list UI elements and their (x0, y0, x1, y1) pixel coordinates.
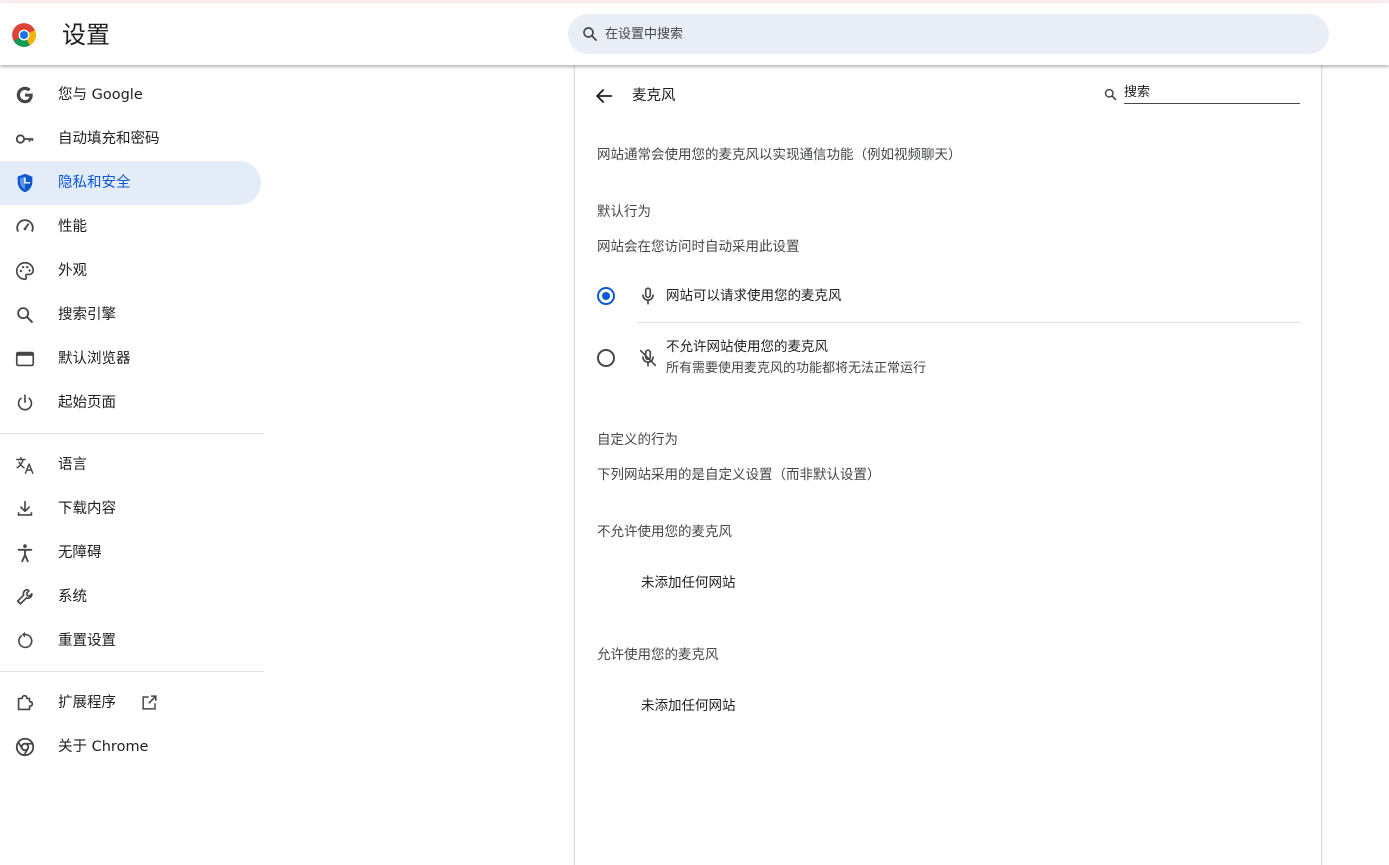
speedometer-icon (16, 219, 34, 233)
sidebar-item-label: 系统 (58, 589, 87, 605)
shield-icon (17, 173, 33, 193)
settings-search-bar[interactable] (568, 14, 1329, 54)
sidebar-item-label: 您与 Google (58, 87, 143, 103)
sidebar-item-performance[interactable]: 性能 (0, 205, 261, 249)
header: 设置 (0, 3, 1389, 65)
accessibility-icon (17, 544, 33, 563)
translate-icon (16, 456, 34, 474)
sidebar-divider (0, 433, 264, 434)
chrome-logo-icon (12, 23, 36, 47)
allowed-sites-heading: 允许使用您的麦克风 (597, 647, 719, 663)
sidebar-divider (0, 671, 264, 672)
option-label: 网站可以请求使用您的麦克风 (666, 288, 842, 304)
sidebar-item-on-startup[interactable]: 起始页面 (0, 381, 261, 425)
sidebar-item-label: 起始页面 (58, 395, 116, 411)
sidebar-item-languages[interactable]: 语言 (0, 443, 261, 487)
search-icon (583, 27, 597, 41)
browser-window-icon (15, 351, 35, 367)
sidebar-item-label: 性能 (58, 219, 87, 235)
default-behavior-subtitle: 网站会在您访问时自动采用此设置 (597, 239, 800, 255)
sidebar-item-label: 隐私和安全 (58, 175, 131, 191)
download-icon (17, 500, 33, 516)
sidebar-item-label: 重置设置 (58, 633, 116, 649)
sidebar-item-label: 默认浏览器 (58, 351, 131, 367)
wrench-icon (16, 588, 33, 605)
sidebar-item-accessibility[interactable]: 无障碍 (0, 531, 261, 575)
power-icon (17, 394, 33, 411)
sidebar-item-label: 无障碍 (58, 545, 102, 561)
puzzle-icon (17, 694, 34, 711)
blocked-sites-empty: 未添加任何网站 (641, 575, 736, 591)
microphone-off-icon (639, 349, 657, 367)
microphone-icon (642, 287, 654, 305)
sidebar-item-label: 扩展程序 (58, 695, 116, 711)
custom-behavior-subtitle: 下列网站采用的是自定义设置（而非默认设置） (597, 467, 881, 483)
back-arrow-icon[interactable] (593, 85, 615, 107)
page-title: 设置 (62, 21, 110, 49)
sidebar-item-extensions[interactable]: 扩展程序 (0, 681, 261, 725)
sidebar-item-label: 自动填充和密码 (58, 131, 160, 147)
google-g-icon (16, 86, 33, 104)
reset-icon (18, 631, 33, 649)
option-block[interactable]: 不允许网站使用您的麦克风 所有需要使用麦克风的功能都将无法正常运行 (597, 335, 1301, 381)
sidebar-item-you-and-google[interactable]: 您与 Google (0, 73, 261, 117)
option-sublabel: 所有需要使用麦克风的功能都将无法正常运行 (666, 361, 927, 376)
open-in-new-icon (142, 695, 157, 710)
default-behavior-heading: 默认行为 (597, 204, 651, 220)
key-icon (15, 134, 34, 144)
blocked-sites-heading: 不允许使用您的麦克风 (597, 524, 732, 540)
sidebar: 您与 Google 自动填充和密码 隐私和安全 性能 外观 搜索引擎 默认浏览器… (0, 73, 264, 769)
sidebar-item-search-engine[interactable]: 搜索引擎 (0, 293, 261, 337)
chrome-icon (15, 737, 35, 757)
custom-behavior-heading: 自定义的行为 (597, 432, 678, 448)
sidebar-item-label: 下载内容 (58, 501, 116, 517)
panel-description: 网站通常会使用您的麦克风以实现通信功能（例如视频聊天） (597, 147, 962, 163)
sidebar-item-default-browser[interactable]: 默认浏览器 (0, 337, 261, 381)
palette-icon (15, 261, 35, 281)
sidebar-item-label: 关于 Chrome (58, 739, 149, 755)
site-search[interactable] (1103, 81, 1301, 105)
settings-search-input[interactable] (605, 14, 1305, 54)
sidebar-item-autofill[interactable]: 自动填充和密码 (0, 117, 261, 161)
sidebar-item-reset-settings[interactable]: 重置设置 (0, 619, 261, 663)
option-allow-request[interactable]: 网站可以请求使用您的麦克风 (597, 283, 1301, 309)
panel-title: 麦克风 (632, 88, 676, 104)
option-label: 不允许网站使用您的麦克风 (666, 339, 828, 355)
search-icon (1104, 88, 1117, 101)
sidebar-item-system[interactable]: 系统 (0, 575, 261, 619)
sidebar-item-privacy-security[interactable]: 隐私和安全 (0, 161, 261, 205)
option-divider (637, 322, 1301, 323)
radio-button-unselected[interactable] (597, 349, 615, 367)
search-icon (17, 307, 33, 323)
sidebar-item-label: 语言 (58, 457, 87, 473)
allowed-sites-empty: 未添加任何网站 (641, 698, 736, 714)
microphone-settings-panel: 麦克风 网站通常会使用您的麦克风以实现通信功能（例如视频聊天） 默认行为 网站会… (574, 65, 1322, 865)
site-search-input[interactable] (1124, 83, 1300, 104)
sidebar-item-downloads[interactable]: 下载内容 (0, 487, 261, 531)
sidebar-item-about-chrome[interactable]: 关于 Chrome (0, 725, 261, 769)
sidebar-item-label: 外观 (58, 263, 87, 279)
radio-button-selected[interactable] (597, 287, 615, 305)
sidebar-item-label: 搜索引擎 (58, 307, 116, 323)
sidebar-item-appearance[interactable]: 外观 (0, 249, 261, 293)
